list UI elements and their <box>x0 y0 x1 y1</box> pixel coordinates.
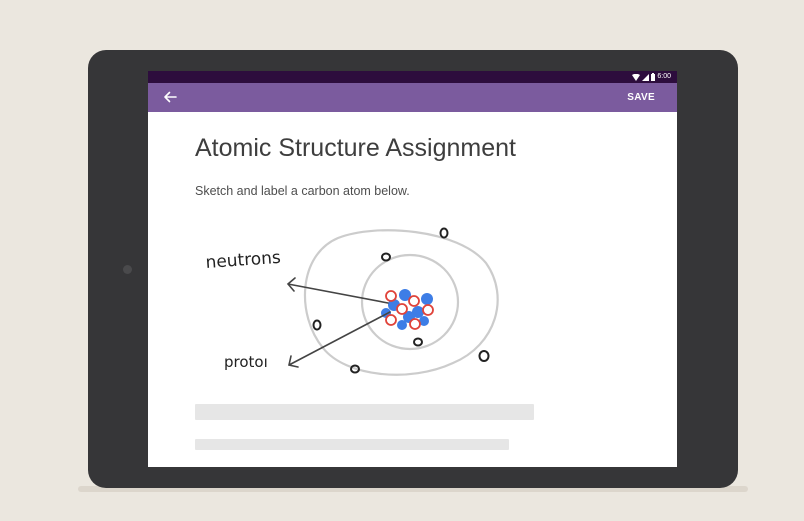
electron <box>413 337 423 347</box>
electrons <box>312 227 490 374</box>
status-time: 6:00 <box>657 73 671 80</box>
battery-icon <box>651 73 656 81</box>
page-title: Atomic Structure Assignment <box>195 134 516 162</box>
cell-signal-icon <box>642 73 650 81</box>
electron <box>312 319 322 331</box>
label-protons: protoı <box>224 353 268 371</box>
neutrons-arrow <box>286 277 389 304</box>
proton <box>385 314 397 326</box>
camera-icon <box>123 265 132 274</box>
answer-placeholder-line-2 <box>195 439 509 450</box>
drawing-canvas[interactable]: neutrons protoı <box>188 205 558 387</box>
electron <box>478 350 490 362</box>
protons-arrow <box>288 311 391 368</box>
proton <box>396 303 408 315</box>
electron <box>381 252 391 262</box>
proton <box>385 290 397 302</box>
proton <box>409 318 421 330</box>
label-neutrons: neutrons <box>205 248 282 273</box>
label-arrows <box>286 277 391 368</box>
assignment-instructions: Sketch and label a carbon atom below. <box>195 184 410 198</box>
arrow-left-icon[interactable] <box>162 89 178 105</box>
app-screen: 6:00 SAVE Atomic Structure Assignment Sk… <box>148 71 677 467</box>
wifi-icon <box>632 73 641 81</box>
nucleus <box>381 289 434 330</box>
answer-placeholder-line-1 <box>195 404 534 420</box>
status-icons: 6:00 <box>632 72 671 82</box>
status-bar: 6:00 <box>148 71 677 83</box>
app-toolbar: SAVE <box>148 83 677 112</box>
proton <box>422 304 434 316</box>
proton <box>408 295 420 307</box>
tablet-device: 6:00 SAVE Atomic Structure Assignment Sk… <box>88 50 738 488</box>
outer-orbit <box>303 229 499 376</box>
save-button[interactable]: SAVE <box>627 91 655 104</box>
neutron <box>397 320 407 330</box>
neutron <box>421 293 433 305</box>
electron <box>439 227 449 239</box>
